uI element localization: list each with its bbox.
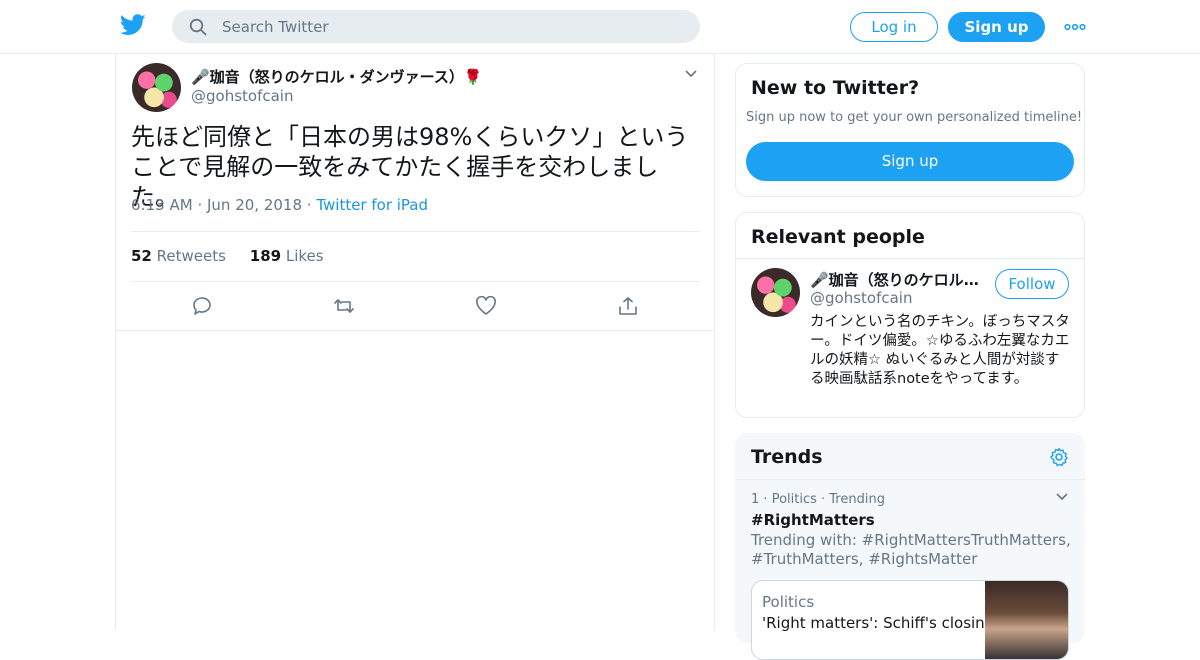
trend-meta: 1 · Politics · Trending xyxy=(751,492,885,507)
sidebar-signup-button[interactable]: Sign up xyxy=(746,142,1074,181)
avatar[interactable] xyxy=(132,63,181,112)
retweets-label[interactable]: Retweets xyxy=(157,247,226,265)
tweet-date[interactable]: Jun 20, 2018 xyxy=(207,196,302,214)
search-input[interactable]: Search Twitter xyxy=(222,18,329,36)
signup-button[interactable]: Sign up xyxy=(948,12,1045,42)
share-icon[interactable] xyxy=(617,296,639,316)
search-icon xyxy=(189,18,207,36)
news-thumbnail[interactable] xyxy=(985,581,1068,659)
tweet-actions xyxy=(116,282,716,330)
divider xyxy=(116,330,714,331)
likes-label[interactable]: Likes xyxy=(286,247,324,265)
search-box[interactable]: Search Twitter xyxy=(172,10,700,43)
new-to-twitter-title: New to Twitter? xyxy=(751,77,920,99)
news-headline[interactable]: 'Right matters': Schiff's closing xyxy=(762,614,994,632)
tweet-stats: 52 Retweets 189 Likes xyxy=(131,247,324,265)
divider xyxy=(736,258,1084,259)
tweet-time[interactable]: 6:13 AM xyxy=(131,196,193,214)
trends-card: Trends 1 · Politics · Trending #RightMat… xyxy=(735,433,1086,660)
more-options-icon[interactable] xyxy=(1064,18,1086,36)
chevron-down-icon[interactable] xyxy=(683,68,699,80)
separator-dot: · xyxy=(197,196,207,214)
tweet-column: 🎤珈音（怒りのケロル・ダンヴァース）🌹 @gohstofcain 先ほど同僚と「… xyxy=(115,54,715,630)
retweet-icon[interactable] xyxy=(333,296,355,316)
follow-button[interactable]: Follow xyxy=(995,269,1069,299)
relevant-people-title: Relevant people xyxy=(751,226,925,248)
top-bar: Search Twitter Log in Sign up xyxy=(0,0,1200,54)
gear-icon[interactable] xyxy=(1049,447,1069,467)
retweets-count[interactable]: 52 xyxy=(131,247,152,265)
trend-hashtag[interactable]: #RightMatters xyxy=(751,511,875,529)
news-card[interactable]: Politics 'Right matters': Schiff's closi… xyxy=(751,580,1069,660)
twitter-bird-icon[interactable] xyxy=(120,13,146,37)
login-button[interactable]: Log in xyxy=(850,12,938,42)
divider xyxy=(131,231,700,232)
trends-title: Trends xyxy=(751,446,823,468)
person-bio: カインという名のチキン。ぼっちマスター。ドイツ偏愛。☆ゆるふわ左翼なカエルの妖精… xyxy=(810,314,1070,387)
new-to-twitter-subtitle: Sign up now to get your own personalized… xyxy=(746,110,1083,125)
new-to-twitter-card: New to Twitter? Sign up now to get your … xyxy=(735,63,1085,197)
tweet-meta: 6:13 AM · Jun 20, 2018 · Twitter for iPa… xyxy=(131,196,428,214)
trend-category: Politics xyxy=(771,492,817,507)
tweet-source-link[interactable]: Twitter for iPad xyxy=(316,196,428,214)
relevant-people-card: Relevant people 🎤珈音（怒りのケロル・ダンヴァース）🌹 @goh… xyxy=(735,212,1085,418)
reply-icon[interactable] xyxy=(191,296,213,316)
separator-dot: · xyxy=(306,196,317,214)
avatar[interactable] xyxy=(751,268,800,317)
author-handle[interactable]: @gohstofcain xyxy=(191,87,293,105)
person-handle[interactable]: @gohstofcain xyxy=(810,289,912,307)
trend-status: Trending xyxy=(829,492,885,507)
person-name[interactable]: 🎤珈音（怒りのケロル・ダンヴァース）🌹 xyxy=(810,269,990,290)
trending-with: Trending with: #RightMattersTruthMatters… xyxy=(751,531,1071,568)
divider xyxy=(736,479,1086,480)
author-name[interactable]: 🎤珈音（怒りのケロル・ダンヴァース）🌹 xyxy=(191,66,483,87)
likes-count[interactable]: 189 xyxy=(250,247,281,265)
news-category: Politics xyxy=(762,593,815,611)
chevron-down-icon[interactable] xyxy=(1055,492,1069,502)
like-icon[interactable] xyxy=(475,296,497,316)
trend-rank: 1 xyxy=(751,492,760,507)
